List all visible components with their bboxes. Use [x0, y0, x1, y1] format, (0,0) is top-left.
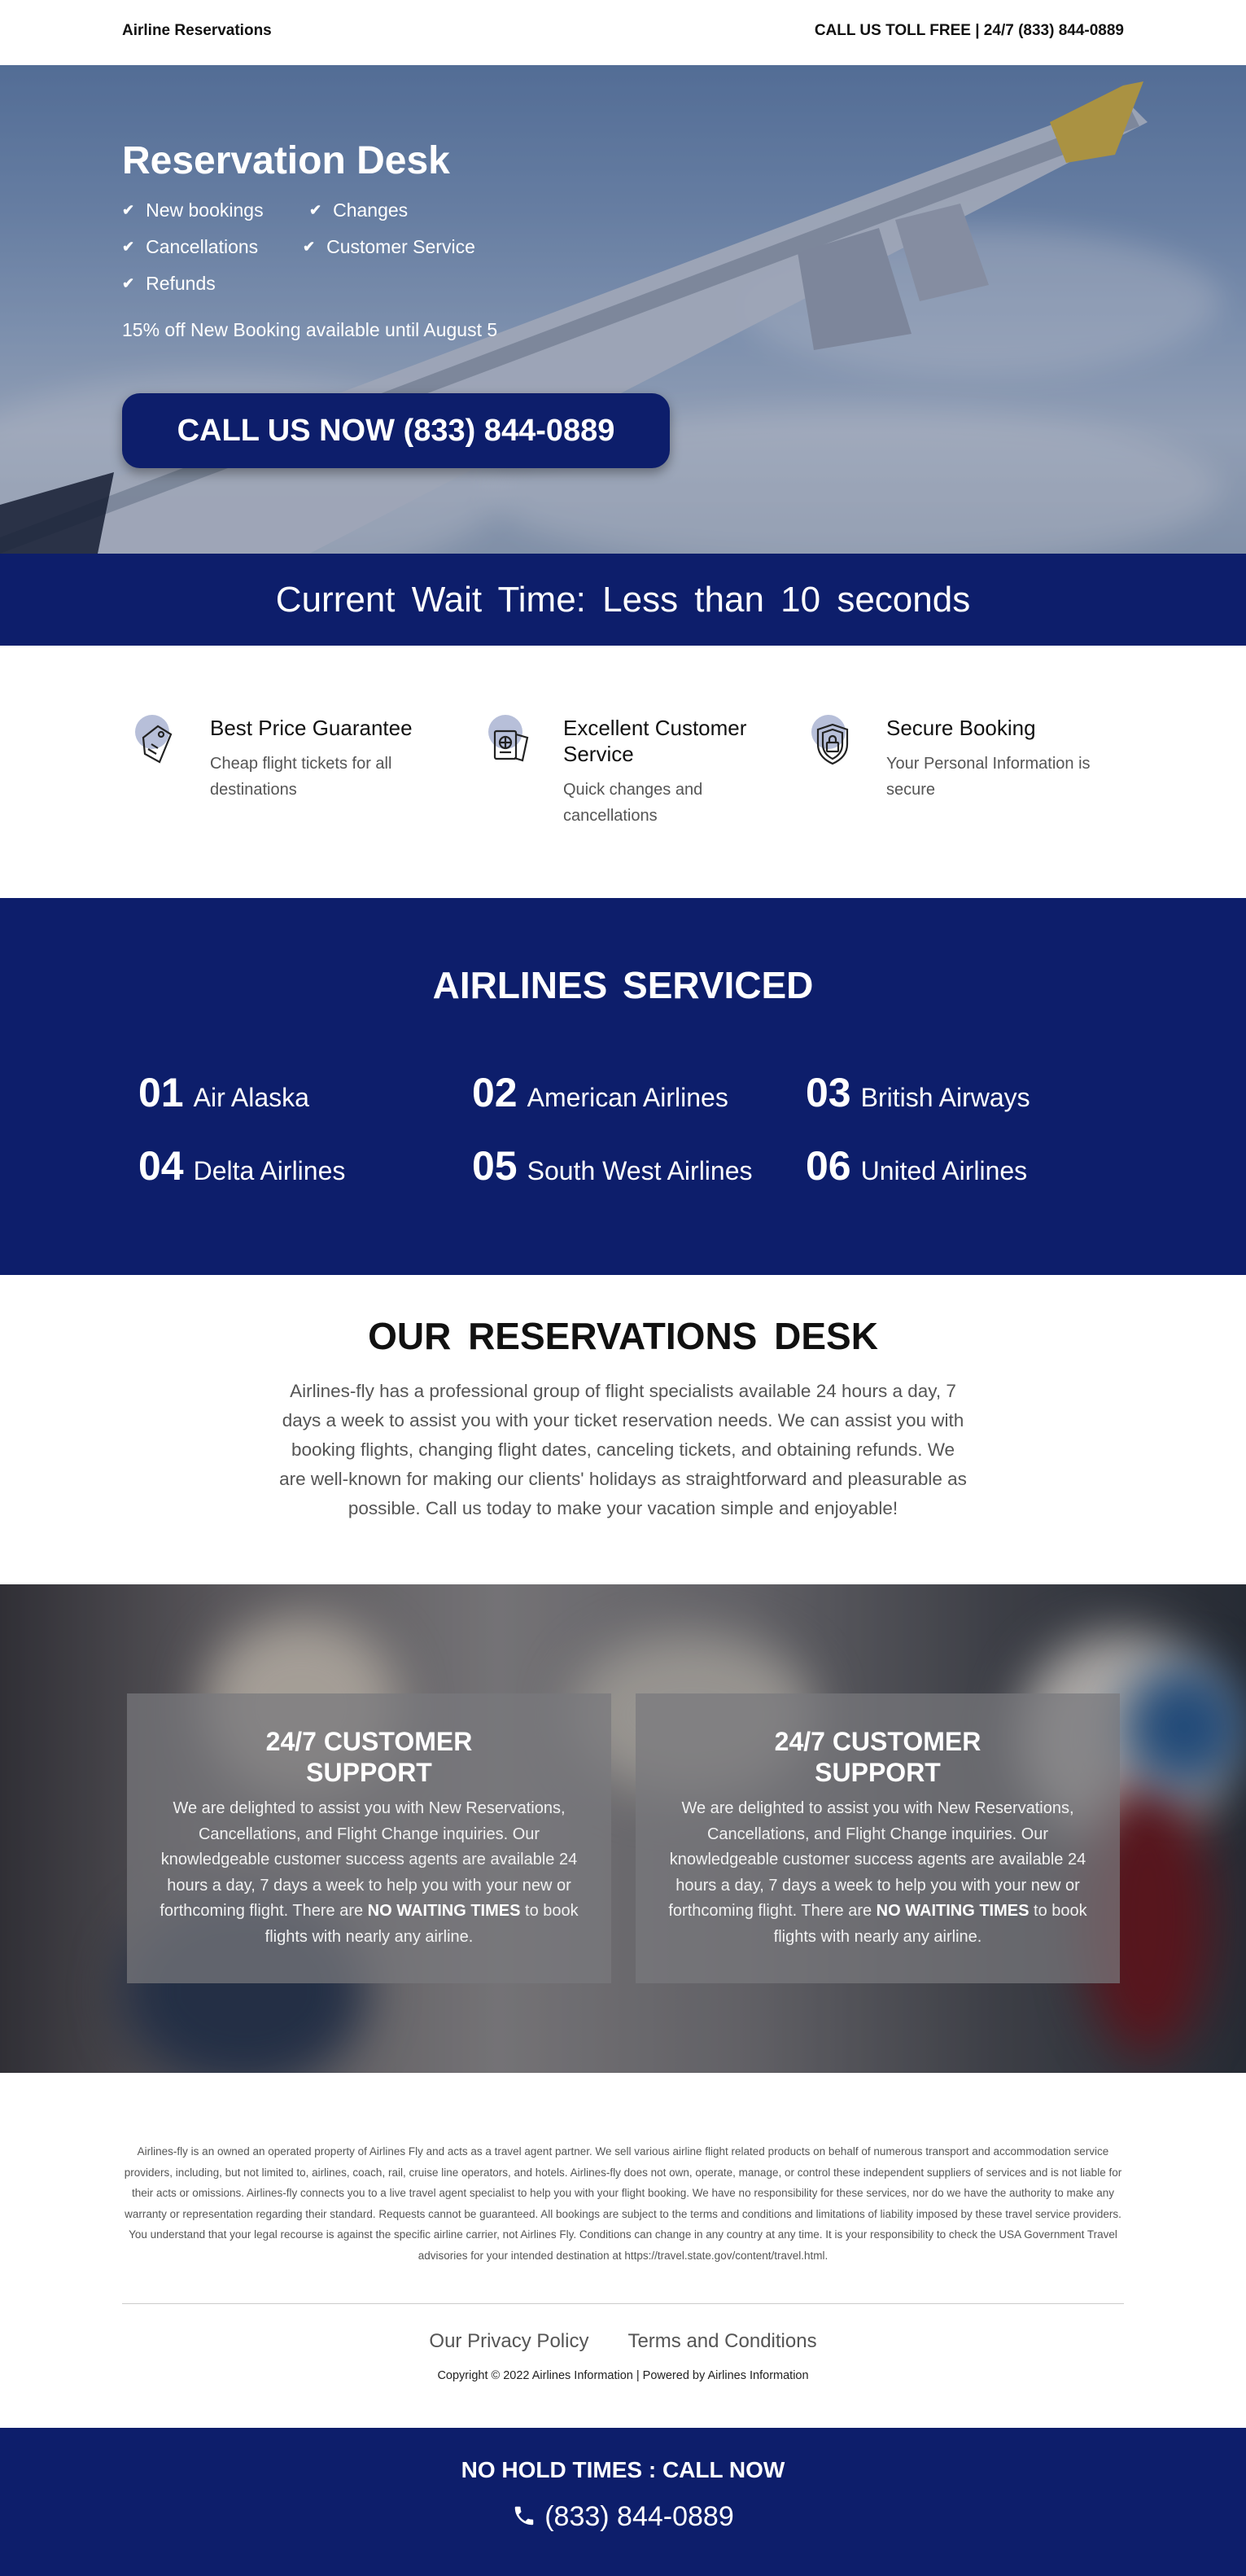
top-bar: Airline Reservations CALL US TOLL FREE |…: [0, 0, 1246, 65]
price-tag-icon: [135, 715, 176, 780]
support-card: 24/7 CUSTOMER SUPPORT We are delighted to…: [127, 1693, 611, 1983]
feature-new-bookings: ✔ New bookings: [122, 199, 264, 221]
support-card-body: We are delighted to assist you with New …: [668, 1799, 1087, 1946]
feature-desc: Your Personal Information is secure: [886, 755, 1091, 799]
feature-changes: ✔ Changes: [309, 199, 409, 221]
call-now-button[interactable]: CALL US NOW (833) 844-0889: [122, 393, 670, 468]
disclaimer-text: Airlines-fly is an owned an operated pro…: [124, 2145, 1122, 2262]
bottom-call-bar[interactable]: NO HOLD TIMES : CALL NOW (833) 844-0889: [0, 2428, 1246, 2576]
airline-item: 05 South West Airlines: [472, 1143, 753, 1189]
brand-name[interactable]: Airline Reservations: [122, 22, 272, 40]
desk-heading: OUR RESERVATIONS DESK: [368, 1315, 878, 1357]
airline-item: 04 Delta Airlines: [138, 1143, 346, 1189]
airline-item: 02 American Airlines: [472, 1070, 728, 1115]
footer-links: Our Privacy Policy Terms and Conditions: [0, 2330, 1246, 2353]
privacy-policy-link[interactable]: Our Privacy Policy: [429, 2330, 588, 2353]
feature-title: Best Price Guarantee: [210, 716, 413, 740]
support-card-title: 24/7 CUSTOMER SUPPORT: [265, 1727, 473, 1787]
bottom-phone-number[interactable]: (833) 844-0889: [544, 2501, 734, 2532]
no-hold-times-text: NO HOLD TIMES : CALL NOW: [461, 2457, 785, 2482]
toll-free-phone[interactable]: CALL US TOLL FREE | 24/7 (833) 844-0889: [815, 22, 1124, 40]
support-section: 24/7 CUSTOMER SUPPORT We are delighted to…: [0, 1584, 1246, 2073]
hero-content: Reservation Desk ✔ New bookings ✔ Change…: [122, 138, 497, 341]
hero-section: Reservation Desk ✔ New bookings ✔ Change…: [0, 65, 1246, 554]
feature-refunds: ✔ Refunds: [122, 273, 216, 294]
terms-link[interactable]: Terms and Conditions: [627, 2330, 816, 2353]
airlines-section: AIRLINES SERVICED 01 Air Alaska 02 America…: [0, 898, 1246, 1275]
feature-customer-service: ✔ Customer Service: [303, 236, 475, 257]
offer-text: 15% off New Booking available until Augu…: [122, 319, 498, 340]
features-section: Best Price Guarantee Cheap flight ticket…: [0, 646, 1246, 898]
check-icon: ✔: [122, 239, 135, 255]
wait-time-banner: Current Wait Time: Less than 10 seconds: [0, 554, 1246, 646]
footer-divider: [122, 2303, 1124, 2304]
bottom-phone[interactable]: (833) 844-0889: [0, 2501, 1246, 2533]
feature-desc: Quick changes and cancellations: [563, 781, 703, 825]
airlines-heading: AIRLINES SERVICED: [432, 964, 814, 1006]
support-card: 24/7 CUSTOMER SUPPORT We are delighted to…: [636, 1693, 1120, 1983]
feature-title: Secure Booking: [886, 716, 1036, 740]
check-icon: ✔: [303, 239, 316, 255]
airline-item: 01 Air Alaska: [138, 1070, 309, 1115]
support-card-title: 24/7 CUSTOMER SUPPORT: [774, 1727, 981, 1787]
check-icon: ✔: [122, 275, 135, 291]
desk-body: Airlines-fly has a professional group of…: [279, 1381, 967, 1518]
airline-item: 03 British Airways: [806, 1070, 1030, 1115]
hero-title: Reservation Desk: [122, 139, 450, 182]
check-icon: ✔: [122, 202, 135, 218]
check-icon: ✔: [309, 202, 322, 218]
reservations-desk-section: OUR RESERVATIONS DESK Airlines-fly has a…: [0, 1275, 1246, 1584]
passport-icon: [488, 715, 529, 780]
shield-lock-icon: [811, 715, 852, 780]
phone-icon: [512, 2501, 536, 2533]
copyright-text: Copyright © 2022 Airlines Information | …: [437, 2369, 809, 2382]
feature-desc: Cheap flight tickets for all destinations: [210, 755, 392, 799]
feature-title: Excellent Customer Service: [563, 716, 747, 766]
support-card-body: We are delighted to assist you with New …: [160, 1799, 579, 1946]
airline-item: 06 United Airlines: [806, 1143, 1028, 1189]
wait-time-text: Current Wait Time: Less than 10 seconds: [275, 579, 971, 620]
footer: Airlines-fly is an owned an operated pro…: [0, 2073, 1246, 2428]
feature-cancellations: ✔ Cancellations: [122, 236, 259, 257]
